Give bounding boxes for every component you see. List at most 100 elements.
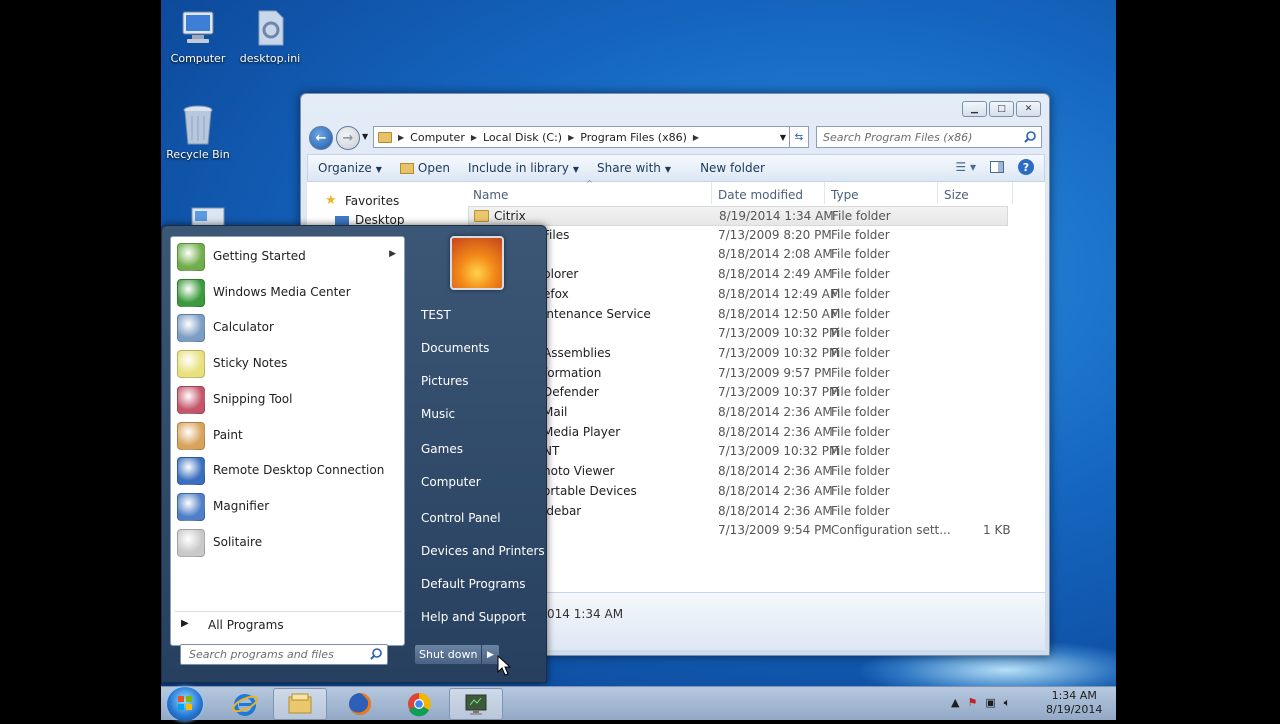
chevron-right-icon[interactable]: ▶ <box>568 133 574 142</box>
column-date-modified[interactable]: Date modified <box>718 188 803 202</box>
breadcrumb-program-files[interactable]: Program Files (x86) <box>580 131 687 144</box>
all-programs-button[interactable]: ▶ All Programs <box>175 611 402 635</box>
program-item[interactable]: Remote Desktop Connection <box>175 453 402 487</box>
organize-button[interactable]: Organize ▼ <box>308 161 391 175</box>
program-item[interactable]: Paint <box>175 418 402 452</box>
table-row[interactable]: Defender 7/13/2009 10:37 PM File folder <box>468 383 1008 403</box>
address-dropdown-icon[interactable]: ▼ <box>780 133 786 142</box>
notification-area: ▲ ⚑ ▣ 🔈︎ <box>951 696 1010 710</box>
submenu-arrow-icon[interactable]: ▶ <box>389 249 396 259</box>
start-link-test[interactable]: TEST <box>421 308 451 322</box>
table-row[interactable]: NT 7/13/2009 10:32 PM File folder <box>468 442 1008 462</box>
table-row[interactable]: plorer 8/18/2014 2:49 AM File folder <box>468 265 1008 285</box>
taskbar-windows-explorer[interactable] <box>273 688 327 720</box>
column-size[interactable]: Size <box>944 188 969 202</box>
chevron-right-icon[interactable]: ▶ <box>471 133 477 142</box>
column-divider[interactable] <box>711 182 712 204</box>
program-item[interactable]: Getting Started ▶ <box>175 239 402 273</box>
desktop-icon-recycle-bin[interactable]: Recycle Bin <box>163 104 233 161</box>
table-row[interactable]: Assemblies 7/13/2009 10:32 PM File folder <box>468 344 1008 364</box>
table-row[interactable]: Mail 8/18/2014 2:36 AM File folder <box>468 403 1008 423</box>
taskbar-chrome[interactable] <box>392 688 446 720</box>
search-icon[interactable] <box>370 648 382 663</box>
column-divider[interactable] <box>937 182 938 204</box>
taskbar-remote-app[interactable] <box>449 688 503 720</box>
close-button[interactable]: ✕ <box>1016 101 1041 117</box>
share-with-button[interactable]: Share with ▼ <box>588 161 680 175</box>
desktop-icon-desktop-ini[interactable]: desktop.ini <box>235 8 305 65</box>
include-in-library-button[interactable]: Include in library ▼ <box>459 161 588 175</box>
minimize-button[interactable]: ▁ <box>962 101 987 117</box>
table-row[interactable]: ortable Devices 8/18/2014 2:36 AM File fol… <box>468 482 1008 502</box>
address-bar[interactable]: ▶ Computer ▶ Local Disk (C:) ▶ Program F… <box>373 126 793 148</box>
program-item[interactable]: Solitaire <box>175 525 402 559</box>
program-item[interactable]: Calculator <box>175 310 402 344</box>
program-item[interactable]: Snipping Tool <box>175 382 402 416</box>
column-divider[interactable] <box>824 182 825 204</box>
open-button[interactable]: Open <box>391 161 459 175</box>
start-menu-programs-pane: Getting Started ▶ Windows Media Center Calc… <box>170 236 405 646</box>
table-row[interactable]: 7/13/2009 9:54 PM Configuration sett... 1 … <box>468 521 1011 541</box>
desktop-icon-computer[interactable]: Computer <box>163 8 233 65</box>
back-button[interactable]: ← <box>309 126 333 150</box>
start-link-devices-and-printers[interactable]: Devices and Printers <box>421 544 545 558</box>
start-link-help-and-support[interactable]: Help and Support <box>421 610 526 624</box>
column-divider[interactable] <box>1012 182 1013 204</box>
new-folder-button[interactable]: New folder <box>680 161 774 175</box>
program-label: Getting Started <box>213 249 306 263</box>
table-row[interactable]: Files 7/13/2009 8:20 PM File folder <box>468 226 1008 246</box>
getting-started-icon <box>177 243 205 271</box>
forward-button[interactable]: → <box>336 126 360 150</box>
column-type[interactable]: Type <box>831 188 859 202</box>
table-row[interactable]: Media Player 8/18/2014 2:36 AM File folder <box>468 423 1008 443</box>
nav-favorites[interactable]: Favorites <box>345 194 399 208</box>
user-picture[interactable] <box>450 236 504 290</box>
change-view-icon[interactable]: ☰ ▾ <box>955 160 976 174</box>
start-link-control-panel[interactable]: Control Panel <box>421 511 501 525</box>
start-link-computer[interactable]: Computer <box>421 475 481 489</box>
start-link-default-programs[interactable]: Default Programs <box>421 577 526 591</box>
start-link-documents[interactable]: Documents <box>421 341 489 355</box>
file-date-modified: 7/13/2009 10:32 PM <box>718 444 840 459</box>
start-button[interactable] <box>167 687 203 721</box>
table-row[interactable]: 8/18/2014 2:08 AM File folder <box>468 245 1008 265</box>
start-search-input[interactable]: Search programs and files <box>180 644 388 665</box>
program-item[interactable]: Magnifier <box>175 489 402 523</box>
taskbar-firefox[interactable] <box>333 688 387 720</box>
table-row[interactable]: idebar 8/18/2014 2:36 AM File folder <box>468 502 1008 522</box>
search-icon[interactable] <box>1024 131 1036 146</box>
breadcrumb-computer[interactable]: Computer <box>410 131 465 144</box>
navigation-bar: ← → ▼ ▶ Computer ▶ Local Disk (C:) ▶ Pro… <box>309 126 1043 150</box>
recent-pages-dropdown-icon[interactable]: ▼ <box>362 132 368 141</box>
breadcrumb-local-disk[interactable]: Local Disk (C:) <box>483 131 562 144</box>
chevron-right-icon[interactable]: ▶ <box>693 133 699 142</box>
magnifier-icon <box>177 492 205 521</box>
program-item[interactable]: Windows Media Center <box>175 275 402 309</box>
volume-icon[interactable]: 🔈︎ <box>1004 696 1011 710</box>
program-item[interactable]: Sticky Notes <box>175 346 402 380</box>
shut-down-button[interactable]: Shut down ▶ <box>414 644 500 665</box>
help-icon[interactable]: ? <box>1018 159 1034 175</box>
table-row[interactable]: hoto Viewer 8/18/2014 2:36 AM File folder <box>468 462 1008 482</box>
file-type: File folder <box>831 424 890 439</box>
start-link-music[interactable]: Music <box>421 407 455 421</box>
table-row[interactable]: formation 7/13/2009 9:57 PM File folder <box>468 364 1008 384</box>
chevron-right-icon[interactable]: ▶ <box>398 133 404 142</box>
table-row[interactable]: efox 8/18/2014 12:49 AM File folder <box>468 285 1008 305</box>
search-input[interactable]: Search Program Files (x86) <box>816 126 1042 148</box>
start-link-games[interactable]: Games <box>421 442 463 456</box>
refresh-button[interactable]: ⇆ <box>789 126 809 148</box>
monitor-icon <box>465 694 487 715</box>
preview-pane-icon[interactable] <box>990 161 1004 173</box>
action-center-flag-icon[interactable]: ⚑ <box>967 696 977 710</box>
column-name[interactable]: Name <box>473 188 508 202</box>
table-row[interactable]: intenance Service 8/18/2014 12:50 AM File … <box>468 305 1008 325</box>
network-icon[interactable]: ▣ <box>985 696 995 710</box>
taskbar-internet-explorer[interactable] <box>218 688 272 720</box>
show-hidden-icons-icon[interactable]: ▲ <box>951 696 959 710</box>
table-row[interactable]: 7/13/2009 10:32 PM File folder <box>468 324 1008 344</box>
taskbar-clock[interactable]: 1:34 AM 8/19/2014 <box>1046 689 1102 717</box>
start-link-pictures[interactable]: Pictures <box>421 374 469 388</box>
maximize-button[interactable]: □ <box>989 101 1014 117</box>
table-row[interactable]: Citrix 8/19/2014 1:34 AM File folder <box>468 206 1008 226</box>
